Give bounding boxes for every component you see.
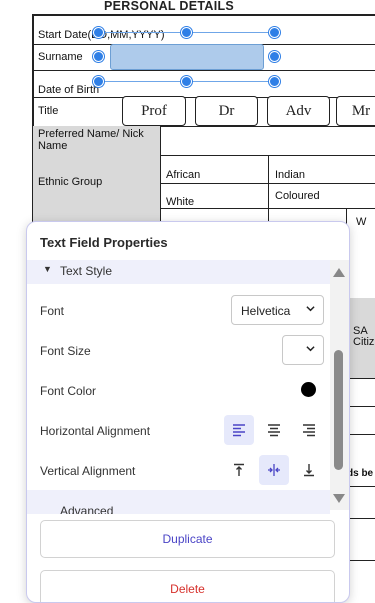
row-divider — [348, 406, 375, 407]
column-divider — [346, 208, 347, 224]
delete-button[interactable]: Delete — [40, 570, 335, 602]
title-option-mr[interactable]: Mr — [336, 96, 375, 126]
ethnic-option-white[interactable]: White — [166, 196, 194, 208]
resize-handle-top[interactable] — [181, 27, 192, 38]
align-top-icon — [234, 463, 244, 476]
align-bottom-button[interactable] — [294, 455, 324, 485]
horizontal-alignment-label: Horizontal Alignment — [40, 424, 151, 438]
align-center-button[interactable] — [259, 415, 289, 445]
title-option-adv[interactable]: Adv — [267, 96, 330, 126]
align-middle-icon — [268, 464, 280, 476]
resize-handle-bottom-right[interactable] — [269, 76, 280, 87]
font-select[interactable]: Helvetica — [231, 295, 324, 325]
title-option-prof[interactable]: Prof — [122, 96, 186, 126]
surname-label: Surname — [38, 51, 83, 63]
column-divider — [160, 126, 161, 224]
title-label: Title — [38, 105, 59, 117]
align-middle-button[interactable] — [259, 455, 289, 485]
sa-citizen-label: SA Citiz — [353, 326, 375, 348]
row-divider — [348, 518, 375, 519]
vertical-alignment-label: Vertical Alignment — [40, 464, 136, 478]
panel-title: Text Field Properties — [40, 235, 168, 250]
row-divider — [348, 560, 375, 561]
font-size-label: Font Size — [40, 344, 91, 358]
resize-handle-left[interactable] — [93, 51, 104, 62]
chevron-down-icon — [306, 304, 315, 316]
ds-be-label: ds be — [347, 468, 374, 479]
text-style-section-header[interactable]: ▼ Text Style — [27, 260, 330, 284]
text-field-properties-panel: Text Field Properties ▼ Text Style Font … — [26, 221, 350, 603]
ethnic-group-label: Ethnic Group — [38, 176, 103, 188]
w-label: W — [356, 216, 367, 228]
scroll-up-arrow-icon[interactable] — [333, 268, 345, 277]
advanced-section-header[interactable]: Advanced — [27, 490, 330, 514]
font-color-label: Font Color — [40, 384, 97, 398]
form-title: PERSONAL DETAILS — [104, 0, 235, 13]
ethnic-option-african[interactable]: African — [166, 169, 200, 181]
font-size-select[interactable] — [282, 335, 324, 365]
row-divider — [348, 434, 375, 435]
align-left-icon — [233, 424, 245, 437]
align-top-button[interactable] — [224, 455, 254, 485]
resize-handle-bottom[interactable] — [181, 76, 192, 87]
align-right-icon — [303, 424, 315, 437]
title-option-dr[interactable]: Dr — [195, 96, 258, 126]
advanced-label: Advanced — [60, 504, 114, 514]
collapse-triangle-icon: ▼ — [43, 264, 52, 274]
ethnic-option-coloured[interactable]: Coloured — [275, 190, 320, 202]
resize-handle-right[interactable] — [269, 51, 280, 62]
resize-handle-bottom-left[interactable] — [93, 76, 104, 87]
row-divider — [348, 486, 375, 487]
align-bottom-icon — [304, 464, 314, 477]
font-label: Font — [40, 304, 65, 318]
selected-text-field[interactable] — [110, 44, 264, 70]
chevron-down-icon — [306, 344, 315, 356]
row-divider — [32, 70, 375, 71]
resize-handle-top-left[interactable] — [93, 27, 104, 38]
resize-handle-top-right[interactable] — [269, 27, 280, 38]
align-right-button[interactable] — [294, 415, 324, 445]
column-divider — [268, 155, 269, 224]
text-style-label: Text Style — [60, 264, 113, 278]
row-divider — [348, 378, 375, 379]
duplicate-button[interactable]: Duplicate — [40, 520, 335, 558]
preferred-name-label: Preferred Name/ Nick Name — [38, 128, 144, 152]
ethnic-option-indian[interactable]: Indian — [275, 169, 305, 181]
align-left-button[interactable] — [224, 415, 254, 445]
scroll-down-arrow-icon[interactable] — [333, 494, 345, 503]
font-color-swatch[interactable] — [301, 382, 316, 397]
form-border — [32, 14, 375, 16]
align-center-icon — [268, 424, 280, 437]
dob-label: Date of Birth — [38, 84, 100, 96]
font-select-value: Helvetica — [241, 304, 291, 318]
scrollbar-thumb[interactable] — [334, 350, 343, 470]
